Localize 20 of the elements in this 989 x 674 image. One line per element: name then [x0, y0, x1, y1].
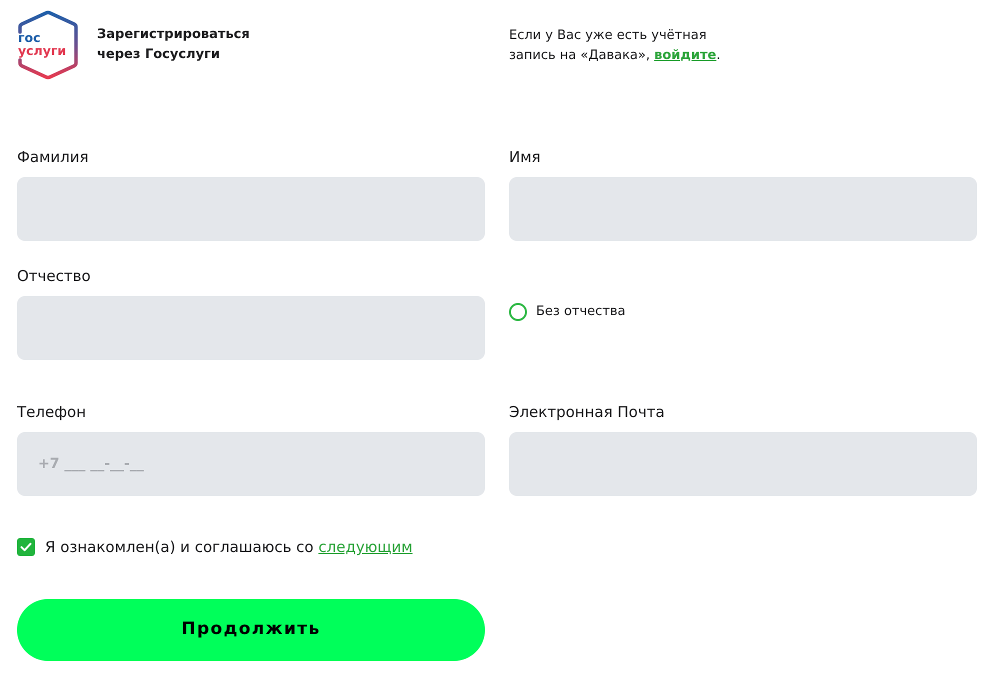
logo-text: услуги: [18, 43, 66, 58]
checkmark-icon: [20, 542, 32, 552]
field-label: Электронная Почта: [509, 402, 666, 422]
logo-text: гос: [18, 30, 41, 45]
consent-checkbox[interactable]: [17, 538, 35, 556]
radio-label: Без отчества: [536, 303, 626, 321]
input-field[interactable]: [17, 177, 485, 241]
field-label: Телефон: [17, 402, 88, 422]
gosuslugi-signup-link[interactable]: Зарегистрироваться через Госуслуги: [97, 25, 250, 65]
radio-button[interactable]: [509, 302, 527, 321]
login-prompt: Если у Вас уже есть учётная запись на «Давака», войдите.: [509, 27, 722, 65]
field-label: Отчество: [17, 266, 92, 286]
input-field[interactable]: +7 ___ __-__-__: [17, 432, 485, 496]
field-label: Имя: [509, 147, 542, 167]
continue-button[interactable]: Продолжить: [17, 599, 485, 661]
field-label: Фамилия: [17, 147, 90, 167]
input-field[interactable]: [17, 296, 485, 360]
input-field[interactable]: [509, 177, 977, 241]
consent-text: Я ознакомлен(а) и соглашаюсь со следующим: [45, 537, 413, 557]
input-field[interactable]: [509, 432, 977, 496]
